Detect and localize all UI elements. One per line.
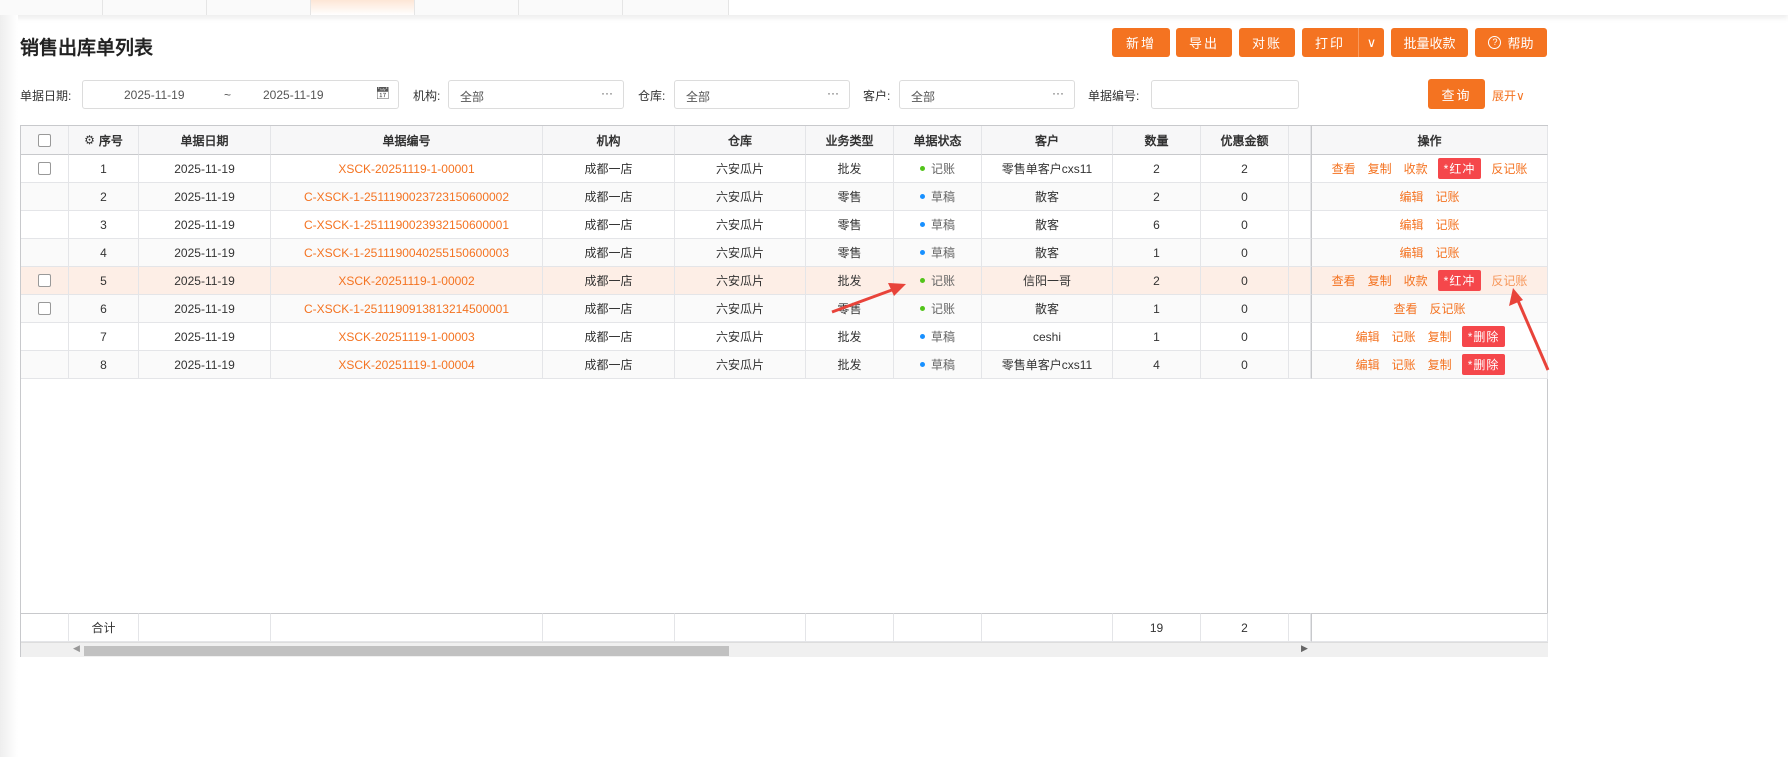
annotation-arrows — [831, 283, 1550, 371]
arrow-annotation — [1514, 295, 1550, 371]
arrow-head — [1509, 288, 1523, 306]
arrow-annotation — [831, 285, 901, 314]
